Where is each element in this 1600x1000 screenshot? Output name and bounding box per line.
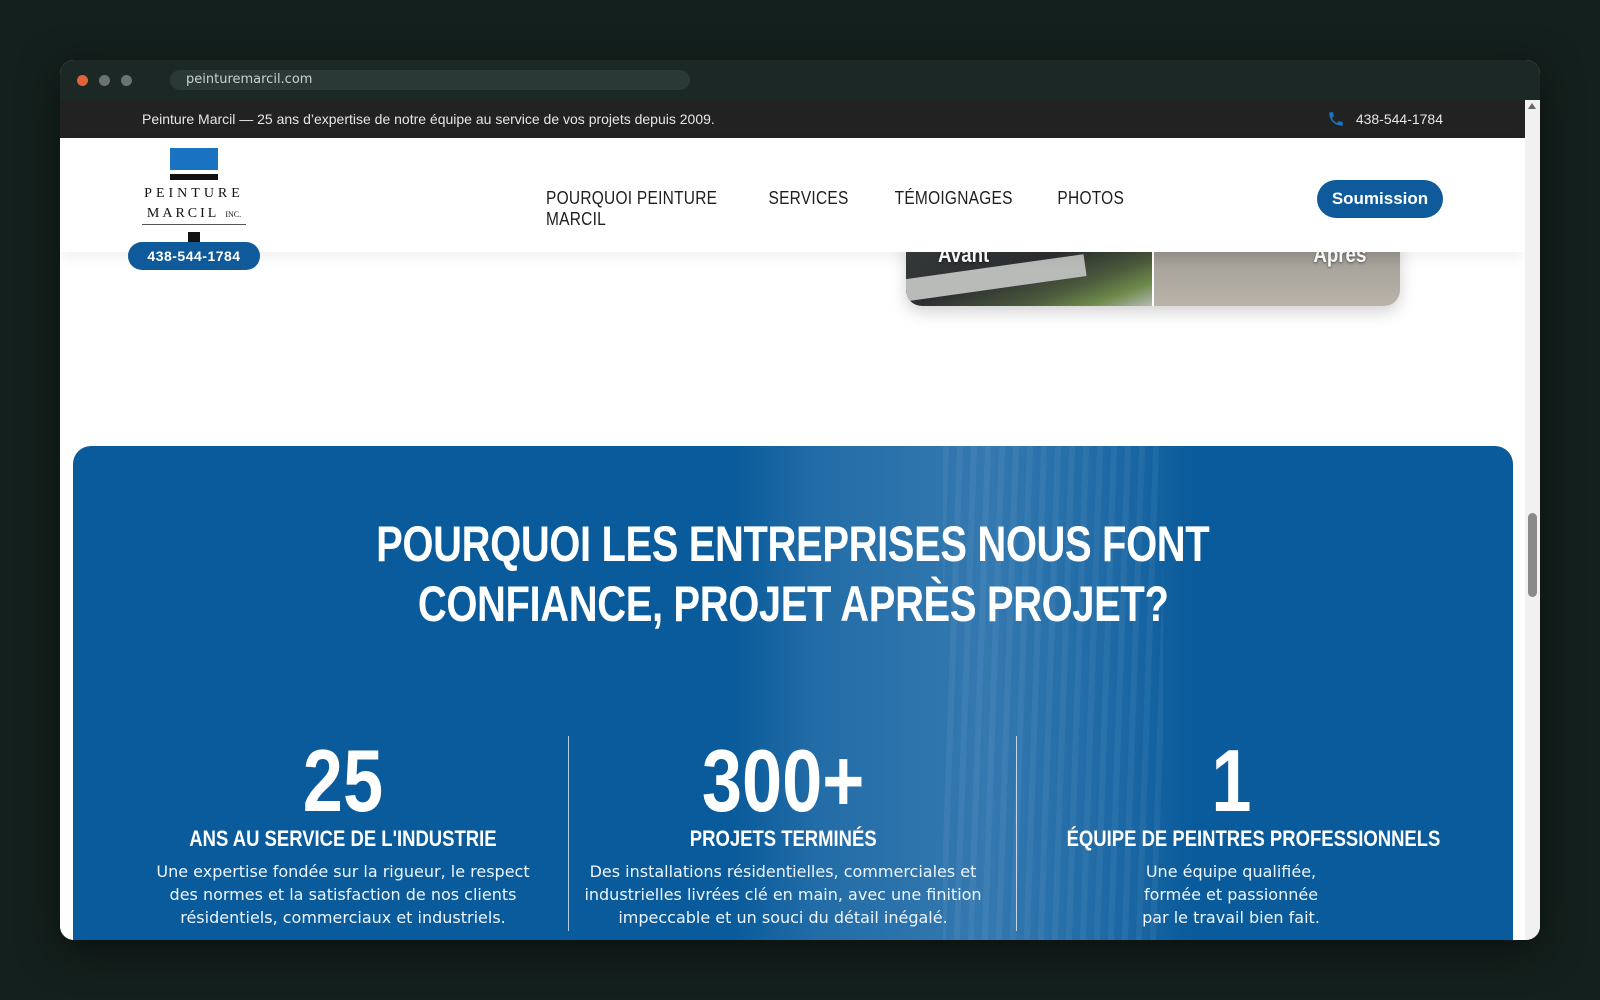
announcement-text: Peinture Marcil — 25 ans d’expertise de … [142, 111, 715, 127]
stat-description-line: industrielles livrées clé en main, avec … [584, 885, 982, 904]
page-scrollbar[interactable] [1525, 100, 1540, 940]
logo-text-line-2: MARCIL INC. [142, 206, 246, 222]
address-bar[interactable]: peinturemarcil.com [170, 70, 690, 90]
scrollbar-thumb[interactable] [1528, 513, 1537, 597]
page-content: Avant Après POURQUOI LES ENTREPRISES NOU… [60, 138, 1525, 940]
menu-item-temoignages[interactable]: TÉMOIGNAGES [895, 188, 1013, 230]
stat-description-line: formée et passionnée [1143, 885, 1319, 904]
menu-item-pourquoi[interactable]: POURQUOI PEINTURE MARCIL [546, 188, 718, 230]
section-title: POURQUOI LES ENTREPRISES NOUS FONT CONFI… [73, 514, 1513, 634]
logo-paint-block [170, 148, 218, 170]
stat-number: 25 [302, 731, 384, 830]
stat-description: Une équipe qualifiée, formée et passionn… [1031, 860, 1431, 929]
section-title-line-2: CONFIANCE, PROJET APRÈS PROJET? [417, 576, 1169, 632]
stat-description: Une expertise fondée sur la rigueur, le … [143, 860, 543, 929]
stat-number: 1 [1210, 731, 1252, 830]
browser-titlebar: peinturemarcil.com [60, 60, 1540, 100]
scroll-up-arrow-icon[interactable] [1528, 103, 1536, 109]
phone-icon [1329, 112, 1343, 126]
stat-description: Des installations résidentielles, commer… [583, 860, 983, 929]
stat-label: PROJETS TERMINÉS [689, 826, 877, 851]
minimize-window-icon[interactable] [99, 75, 110, 86]
logo-text-line-1: PEINTURE [144, 186, 244, 201]
stat-description-line: par le travail bien fait. [1142, 908, 1320, 927]
logo-rule [142, 224, 246, 225]
browser-window: peinturemarcil.com Peinture Marcil — 25 … [60, 60, 1540, 940]
logo-bar [170, 174, 218, 180]
logo-text-inc: INC. [225, 210, 242, 219]
soumission-button[interactable]: Soumission [1317, 180, 1443, 218]
stat-description-line: Des installations résidentielles, commer… [589, 862, 977, 881]
stat-description-line: des normes et la satisfaction de nos cli… [169, 885, 517, 904]
stat-team: 1 ÉQUIPE DE PEINTRES PROFESSIONNELS Une … [1031, 731, 1441, 929]
topbar-phone-link[interactable]: 438-544-1784 [1356, 111, 1443, 127]
announcement-bar: Peinture Marcil — 25 ans d’expertise de … [60, 100, 1525, 138]
stat-divider [1016, 736, 1017, 931]
menu-item-photos[interactable]: PHOTOS [1058, 188, 1125, 230]
stat-description-line: Une expertise fondée sur la rigueur, le … [156, 862, 530, 881]
maximize-window-icon[interactable] [121, 75, 132, 86]
header-phone-button[interactable]: 438-544-1784 [128, 242, 260, 270]
stat-years: 25 ANS AU SERVICE DE L'INDUSTRIE Une exp… [143, 736, 543, 929]
stat-description-line: impeccable et un souci du détail inégalé… [618, 908, 948, 927]
stat-label: ANS AU SERVICE DE L'INDUSTRIE [189, 826, 497, 851]
section-title-line-1: POURQUOI LES ENTREPRISES NOUS FONT [376, 516, 1210, 572]
stat-label: ÉQUIPE DE PEINTRES PROFESSIONNELS [1066, 826, 1441, 851]
trust-section: POURQUOI LES ENTREPRISES NOUS FONT CONFI… [73, 446, 1513, 940]
stat-divider [568, 736, 569, 931]
site-header: PEINTURE MARCIL INC. 438-544-1784 POURQU… [60, 138, 1525, 270]
menu-item-services[interactable]: SERVICES [769, 188, 849, 230]
stat-description-line: résidentiels, commerciaux et industriels… [180, 908, 506, 927]
close-window-icon[interactable] [77, 75, 88, 86]
page-viewport: Peinture Marcil — 25 ans d’expertise de … [60, 100, 1525, 940]
stat-description-line: Une équipe qualifiée, [1145, 862, 1317, 881]
main-menu: POURQUOI PEINTURE MARCIL SERVICES TÉMOIG… [532, 188, 1130, 230]
company-logo[interactable]: PEINTURE MARCIL INC. [142, 146, 246, 246]
stat-projects: 300+ PROJETS TERMINÉS Des installations … [583, 736, 983, 929]
stat-number: 300+ [701, 731, 865, 830]
logo-text-marcil: MARCIL [146, 206, 219, 221]
